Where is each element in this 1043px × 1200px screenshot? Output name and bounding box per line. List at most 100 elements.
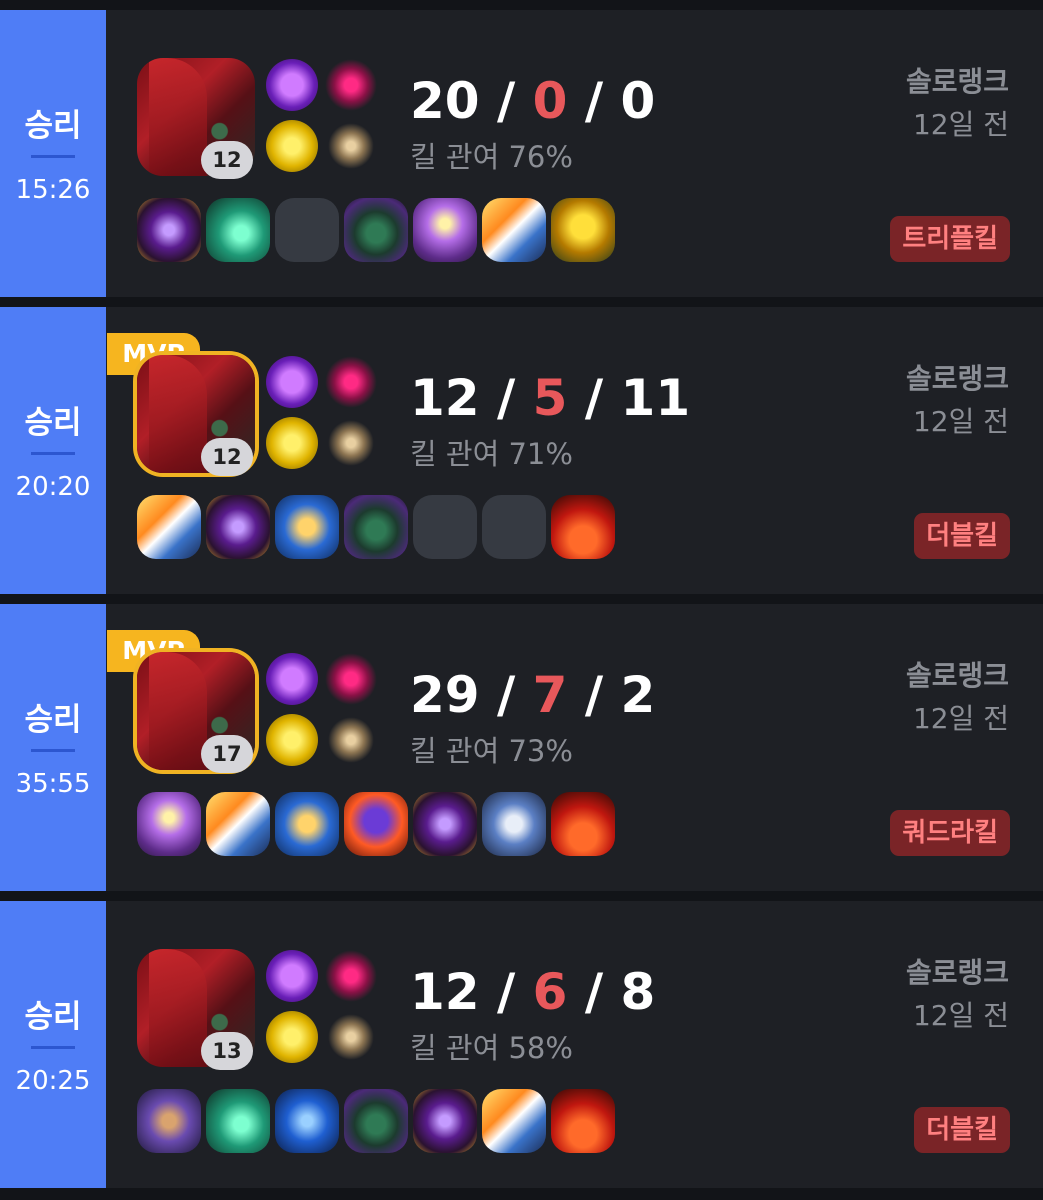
- spellbook-item-icon[interactable]: [413, 198, 477, 262]
- match-duration: 20:25: [15, 1066, 91, 1096]
- deaths: 0: [532, 72, 568, 130]
- result-divider: [31, 1046, 75, 1049]
- queue-type: 솔로랭크: [905, 65, 1009, 98]
- result-divider: [31, 155, 75, 158]
- deaths: 6: [532, 963, 568, 1021]
- match-result: 승리: [24, 108, 82, 144]
- kill-participation: 킬 관여 71%: [410, 437, 573, 471]
- match-card[interactable]: 승리 35:55 MVP 17 29 / 7 / 2 킬 관여 73% 솔로랭크…: [0, 604, 1043, 891]
- summoner-spell-icon[interactable]: [266, 653, 318, 705]
- deaths: 5: [532, 369, 568, 427]
- kills: 12: [410, 963, 480, 1021]
- red-ward-item-icon[interactable]: [551, 495, 615, 559]
- boots-item-icon[interactable]: [344, 1089, 408, 1153]
- match-history-list: 승리 15:26 12 20 / 0 / 0 킬 관여 76% 솔로랭크 12일…: [0, 0, 1043, 1200]
- assists: 11: [620, 369, 691, 427]
- match-result: 승리: [24, 702, 82, 738]
- match-duration: 20:20: [15, 472, 91, 502]
- assists: 0: [620, 72, 656, 130]
- kills: 12: [410, 369, 480, 427]
- multikill-badge: 더블킬: [914, 513, 1010, 559]
- summoner-spell-icon[interactable]: [266, 59, 318, 111]
- kda-score: 12 / 5 / 11: [410, 369, 691, 427]
- kills: 29: [410, 666, 480, 724]
- kda-score: 29 / 7 / 2: [410, 666, 656, 724]
- sword-item-icon[interactable]: [482, 1089, 546, 1153]
- wizard-hat-item-icon[interactable]: [344, 792, 408, 856]
- summoner-spell-icon[interactable]: [266, 417, 318, 469]
- blue-gun-item-icon[interactable]: [275, 1089, 339, 1153]
- match-card[interactable]: 승리 20:25 13 12 / 6 / 8 킬 관여 58% 솔로랭크 12일…: [0, 901, 1043, 1188]
- queue-type: 솔로랭크: [905, 362, 1009, 395]
- silver-blade-item-icon[interactable]: [482, 792, 546, 856]
- champion-hair-art: [149, 58, 207, 176]
- boots-item-icon[interactable]: [344, 198, 408, 262]
- secondary-rune-icon[interactable]: [325, 417, 377, 469]
- queue-type: 솔로랭크: [905, 956, 1009, 989]
- match-result: 승리: [24, 999, 82, 1035]
- champion-level-badge: 12: [201, 438, 253, 476]
- ring-item-icon[interactable]: [137, 1089, 201, 1153]
- kills: 20: [410, 72, 480, 130]
- champion-hair-art: [149, 652, 207, 770]
- secondary-rune-icon[interactable]: [325, 714, 377, 766]
- spellbook-item-icon[interactable]: [137, 792, 201, 856]
- secondary-rune-icon[interactable]: [325, 120, 377, 172]
- time-ago: 12일 전: [912, 405, 1009, 438]
- win-indicator: 승리 20:20: [0, 307, 106, 594]
- empty-item-slot: [275, 198, 339, 262]
- multikill-badge: 트리플킬: [890, 216, 1010, 262]
- golden-flower-item-icon[interactable]: [551, 198, 615, 262]
- primary-rune-icon[interactable]: [325, 950, 377, 1002]
- assists: 2: [620, 666, 656, 724]
- win-indicator: 승리 20:25: [0, 901, 106, 1188]
- match-card[interactable]: 승리 15:26 12 20 / 0 / 0 킬 관여 76% 솔로랭크 12일…: [0, 10, 1043, 297]
- sword-item-icon[interactable]: [206, 792, 270, 856]
- hourglass-item-icon[interactable]: [275, 495, 339, 559]
- shadow-blade-item-icon[interactable]: [137, 198, 201, 262]
- time-ago: 12일 전: [912, 108, 1009, 141]
- kda-score: 12 / 6 / 8: [410, 963, 656, 1021]
- kda-score: 20 / 0 / 0: [410, 72, 656, 130]
- secondary-rune-icon[interactable]: [325, 1011, 377, 1063]
- green-potion-item-icon[interactable]: [206, 198, 270, 262]
- empty-item-slot: [482, 495, 546, 559]
- summoner-spell-icon[interactable]: [266, 356, 318, 408]
- multikill-badge: 쿼드라킬: [890, 810, 1010, 856]
- kill-participation: 킬 관여 76%: [410, 140, 573, 174]
- win-indicator: 승리 15:26: [0, 10, 106, 297]
- green-potion-item-icon[interactable]: [206, 1089, 270, 1153]
- champion-level-badge: 13: [201, 1032, 253, 1070]
- summoner-spell-icon[interactable]: [266, 950, 318, 1002]
- summoner-spell-icon[interactable]: [266, 120, 318, 172]
- sword-item-icon[interactable]: [137, 495, 201, 559]
- shadow-blade-item-icon[interactable]: [413, 792, 477, 856]
- result-divider: [31, 749, 75, 752]
- champion-level-badge: 17: [201, 735, 253, 773]
- hourglass-item-icon[interactable]: [275, 792, 339, 856]
- primary-rune-icon[interactable]: [325, 653, 377, 705]
- red-ward-item-icon[interactable]: [551, 792, 615, 856]
- deaths: 7: [532, 666, 568, 724]
- kill-participation: 킬 관여 58%: [410, 1031, 573, 1065]
- shadow-blade-item-icon[interactable]: [413, 1089, 477, 1153]
- multikill-badge: 더블킬: [914, 1107, 1010, 1153]
- shadow-blade-item-icon[interactable]: [206, 495, 270, 559]
- champion-level-badge: 12: [201, 141, 253, 179]
- win-indicator: 승리 35:55: [0, 604, 106, 891]
- assists: 8: [620, 963, 656, 1021]
- primary-rune-icon[interactable]: [325, 59, 377, 111]
- boots-item-icon[interactable]: [344, 495, 408, 559]
- summoner-spell-icon[interactable]: [266, 714, 318, 766]
- sword-item-icon[interactable]: [482, 198, 546, 262]
- time-ago: 12일 전: [912, 702, 1009, 735]
- primary-rune-icon[interactable]: [325, 356, 377, 408]
- time-ago: 12일 전: [912, 999, 1009, 1032]
- match-card[interactable]: 승리 20:20 MVP 12 12 / 5 / 11 킬 관여 71% 솔로랭…: [0, 307, 1043, 594]
- match-duration: 35:55: [15, 769, 91, 799]
- red-ward-item-icon[interactable]: [551, 1089, 615, 1153]
- summoner-spell-icon[interactable]: [266, 1011, 318, 1063]
- champion-hair-art: [149, 949, 207, 1067]
- match-duration: 15:26: [15, 175, 91, 205]
- queue-type: 솔로랭크: [905, 659, 1009, 692]
